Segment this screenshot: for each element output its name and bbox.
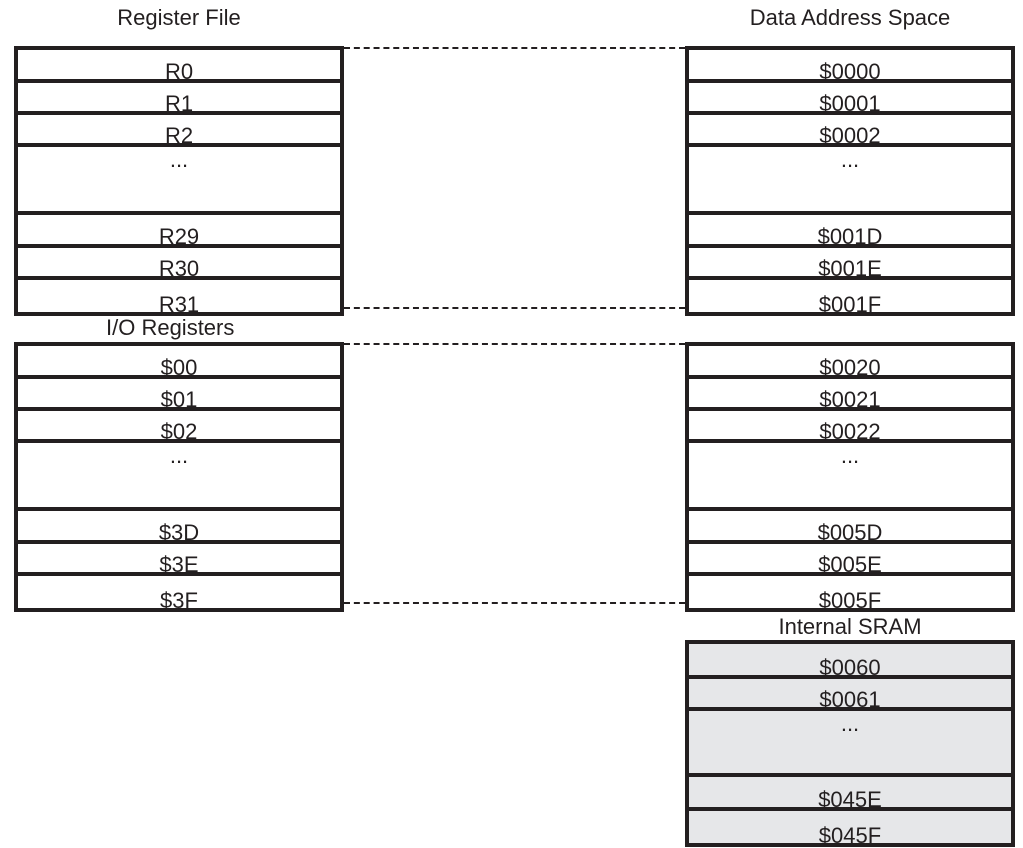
row-label: ...: [169, 443, 189, 468]
row-label: $01: [160, 387, 198, 412]
memory-row: R2: [18, 115, 340, 147]
row-label: $045F: [818, 823, 882, 848]
ellipsis-row: ...: [689, 443, 1011, 511]
mapping-line-register-bottom: [344, 307, 685, 309]
ellipsis-row: ...: [689, 147, 1011, 215]
row-label: $045E: [818, 787, 882, 812]
row-label: $3D: [158, 520, 200, 545]
row-label: $005D: [817, 520, 883, 545]
row-label: $0020: [819, 355, 881, 380]
memory-row: $001D: [689, 215, 1011, 248]
memory-row: $3F: [18, 576, 340, 612]
memory-row: $005D: [689, 511, 1011, 544]
row-label: $0021: [819, 387, 881, 412]
internal-sram-title: Internal SRAM: [778, 614, 922, 639]
memory-row: R31: [18, 280, 340, 316]
memory-row: R1: [18, 83, 340, 115]
memory-row: $3E: [18, 544, 340, 576]
row-label: R1: [164, 91, 194, 116]
memory-row: $0021: [689, 379, 1011, 411]
internal-sram-block: $0060 $0061... $045E $045F: [685, 640, 1015, 847]
register-file-title: Register File: [117, 5, 241, 30]
memory-row: $0061: [689, 679, 1011, 711]
memory-row: $001E: [689, 248, 1011, 280]
row-label: $005F: [818, 588, 882, 613]
register-file-block: R0 R1 R2... R29 R30 R31: [14, 46, 344, 316]
row-label: $0001: [819, 91, 881, 116]
row-label: $0000: [819, 59, 881, 84]
row-label: $001D: [817, 224, 883, 249]
row-label: $001E: [818, 256, 882, 281]
mapping-line-io-top: [344, 343, 685, 345]
memory-row: $0020: [689, 346, 1011, 379]
io-registers-title: I/O Registers: [106, 315, 235, 340]
ellipsis-row: ...: [689, 711, 1011, 777]
data-space-io-block: $0020 $0021 $0022... $005D $005E $005F: [685, 342, 1015, 612]
row-label: $001F: [818, 292, 882, 317]
memory-row: $0060: [689, 644, 1011, 679]
row-label: R29: [158, 224, 200, 249]
memory-row: $0001: [689, 83, 1011, 115]
mapping-line-io-bottom: [344, 602, 685, 604]
memory-row: $045F: [689, 811, 1011, 847]
row-label: R31: [158, 292, 200, 317]
memory-row: $00: [18, 346, 340, 379]
mapping-line-register-top: [344, 47, 685, 49]
row-label: $0061: [819, 687, 881, 712]
io-registers-block: $00 $01 $02... $3D $3E $3F: [14, 342, 344, 612]
data-space-register-block: $0000 $0001 $0002... $001D $001E $001F: [685, 46, 1015, 316]
memory-row: R0: [18, 50, 340, 83]
memory-row: $001F: [689, 280, 1011, 316]
memory-row: $0022: [689, 411, 1011, 443]
row-label: ...: [840, 443, 860, 468]
row-label: $00: [160, 355, 198, 380]
row-label: $02: [160, 419, 198, 444]
row-label: $0022: [819, 419, 881, 444]
row-label: R2: [164, 123, 194, 148]
memory-row: R30: [18, 248, 340, 280]
row-label: $3F: [160, 588, 198, 613]
row-label: $005E: [818, 552, 882, 577]
memory-row: $005E: [689, 544, 1011, 576]
memory-row: $005F: [689, 576, 1011, 612]
row-label: $3E: [159, 552, 199, 577]
memory-row: $02: [18, 411, 340, 443]
memory-row: R29: [18, 215, 340, 248]
row-label: ...: [840, 711, 860, 736]
row-label: $0060: [819, 655, 881, 680]
row-label: R0: [164, 59, 194, 84]
row-label: ...: [840, 147, 860, 172]
memory-row: $045E: [689, 777, 1011, 811]
ellipsis-row: ...: [18, 443, 340, 511]
memory-row: $01: [18, 379, 340, 411]
row-label: $0002: [819, 123, 881, 148]
row-label: ...: [169, 147, 189, 172]
row-label: R30: [158, 256, 200, 281]
memory-row: $0002: [689, 115, 1011, 147]
ellipsis-row: ...: [18, 147, 340, 215]
memory-row: $3D: [18, 511, 340, 544]
data-address-space-title: Data Address Space: [749, 5, 951, 30]
memory-row: $0000: [689, 50, 1011, 83]
